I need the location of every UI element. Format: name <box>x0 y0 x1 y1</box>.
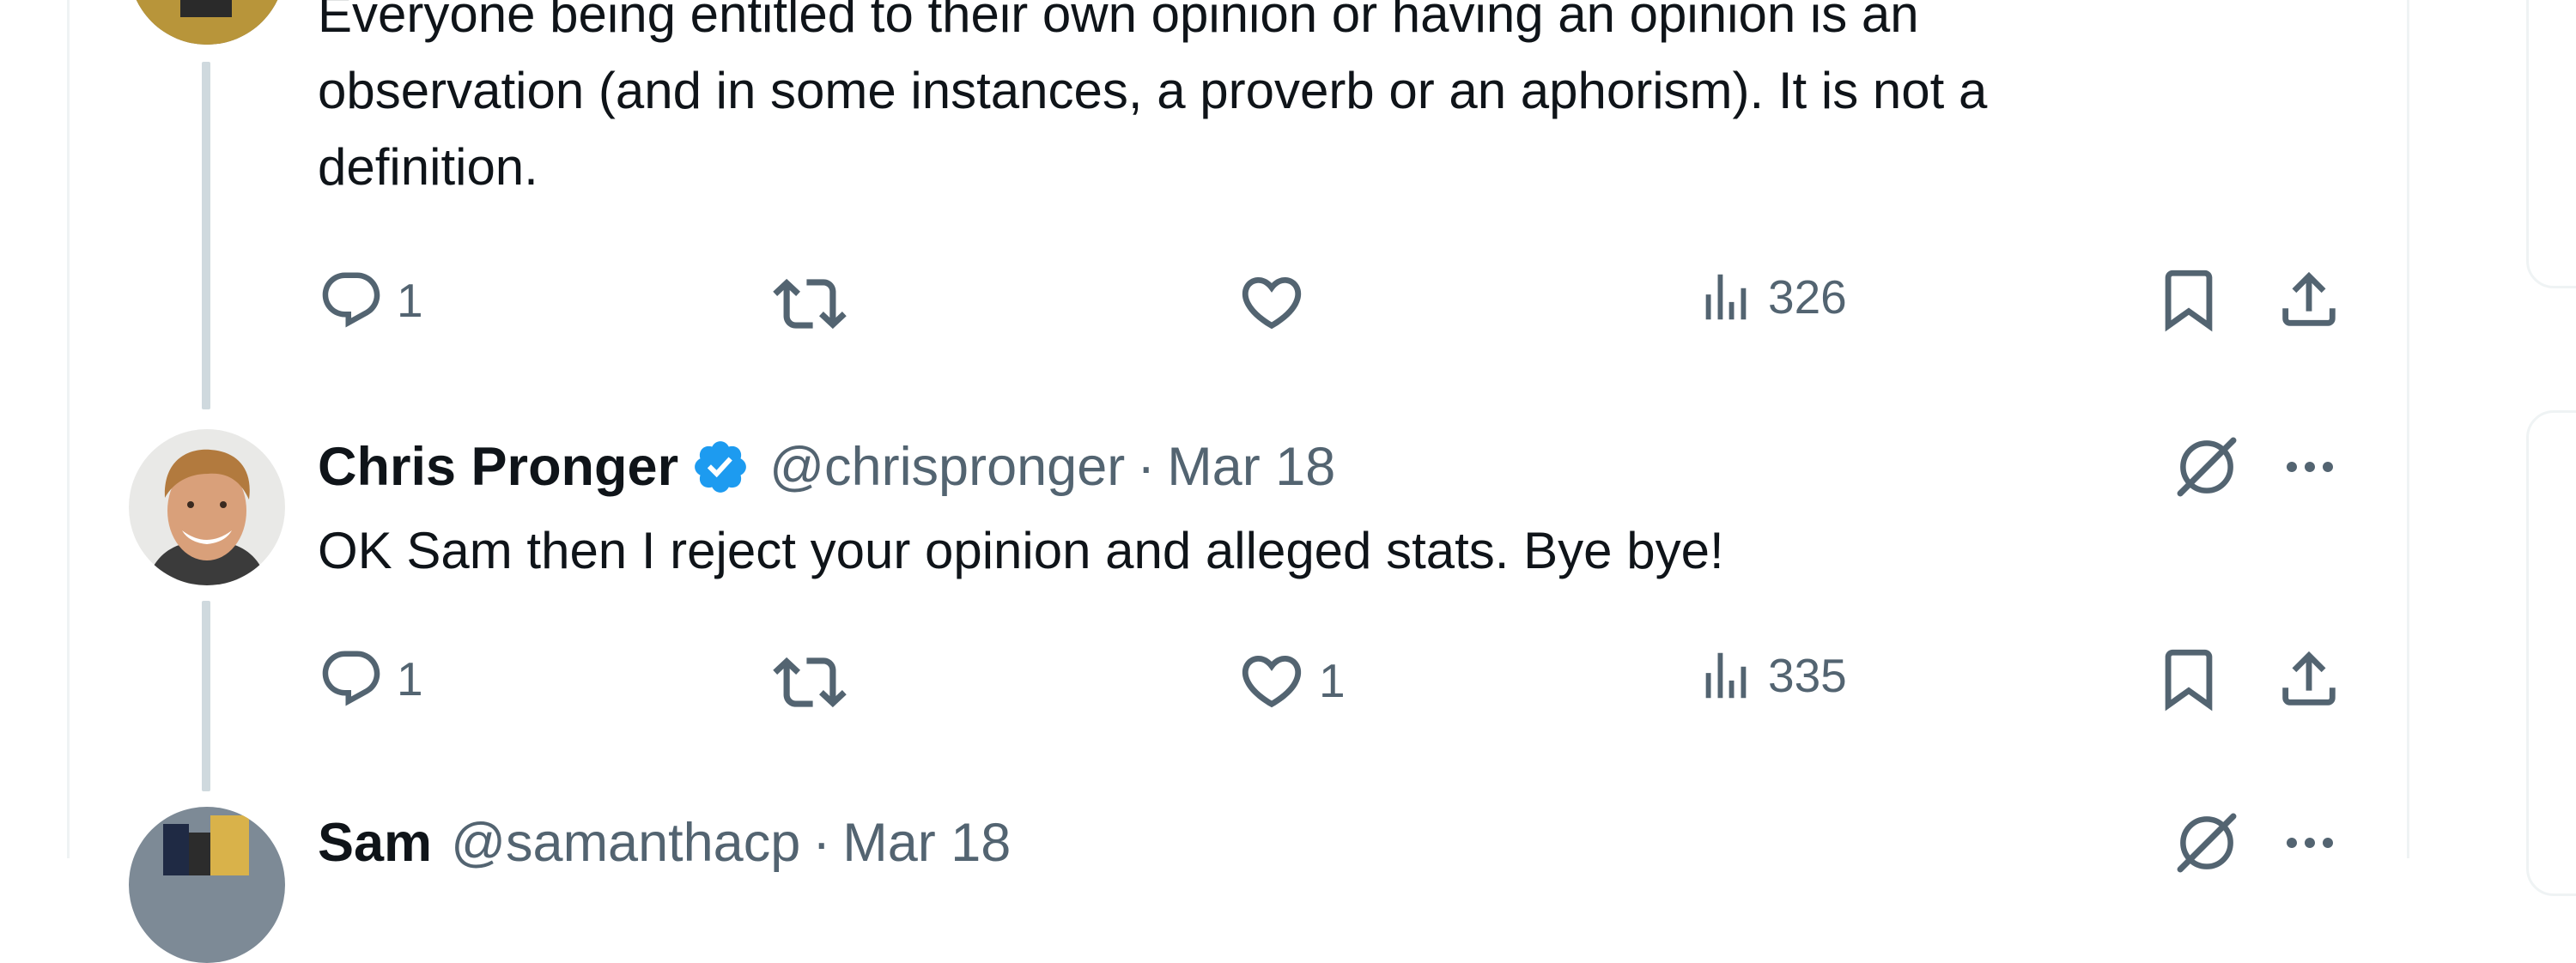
view-count: 335 <box>1768 649 1847 702</box>
tweet-header: Chris Pronger @chrispronger · Mar 18 <box>318 433 1335 501</box>
retweet-button[interactable] <box>773 267 859 341</box>
tweet-text-line: Everyone being entitled to their own opi… <box>318 0 1919 43</box>
share-icon <box>2282 271 2336 326</box>
view-count: 326 <box>1768 270 1847 324</box>
grok-button[interactable] <box>2172 433 2241 501</box>
bookmark-button[interactable] <box>2154 264 2224 335</box>
retweet-icon <box>773 657 847 708</box>
like-button[interactable] <box>1236 267 1319 337</box>
tweet-text-line: OK Sam then I reject your opinion and al… <box>318 522 1724 579</box>
views-icon <box>1705 274 1747 320</box>
tweet-header: Sam @samanthacp · Mar 18 <box>318 809 1011 877</box>
share-button[interactable] <box>2274 264 2344 335</box>
tweet-text-line: observation (and in some instances, a pr… <box>318 62 1988 119</box>
thread-line <box>202 601 210 791</box>
grok-icon <box>2177 437 2237 497</box>
separator-dot: · <box>1137 437 1156 497</box>
author-name[interactable]: Chris Pronger <box>318 436 678 498</box>
like-button[interactable]: 1 <box>1236 645 1346 716</box>
avatar[interactable] <box>129 0 285 45</box>
tweet-text-line: definition. <box>318 138 538 196</box>
verified-badge-icon <box>690 437 750 497</box>
bookmark-icon <box>2165 270 2213 332</box>
share-button[interactable] <box>2274 644 2344 714</box>
thread-line <box>202 62 210 409</box>
more-icon <box>2287 462 2333 472</box>
like-icon <box>1242 655 1302 708</box>
more-options-button[interactable] <box>2275 809 2344 877</box>
reply-count: 1 <box>397 274 423 327</box>
timeline-border-left <box>67 0 70 858</box>
bookmark-icon <box>2165 649 2213 712</box>
retweet-icon <box>773 278 847 330</box>
avatar[interactable] <box>129 429 285 585</box>
reply-button[interactable]: 1 <box>318 267 423 334</box>
reply-count: 1 <box>397 652 423 706</box>
separator-dot: · <box>812 813 831 873</box>
sidebar-card <box>2526 0 2576 288</box>
views-button[interactable]: 326 <box>1696 267 1847 327</box>
author-handle[interactable]: @samanthacp <box>451 812 800 874</box>
avatar[interactable] <box>129 807 285 963</box>
bookmark-button[interactable] <box>2154 644 2224 714</box>
sidebar-card <box>2526 410 2576 896</box>
timeline-border-right <box>2407 0 2409 858</box>
reply-icon <box>322 272 380 328</box>
tweet-date[interactable]: Mar 18 <box>1167 436 1335 498</box>
author-name[interactable]: Sam <box>318 812 432 874</box>
author-handle[interactable]: @chrispronger <box>769 436 1125 498</box>
like-icon <box>1242 276 1302 330</box>
more-icon <box>2287 838 2333 848</box>
reply-button[interactable]: 1 <box>318 645 423 712</box>
tweet-date[interactable]: Mar 18 <box>842 812 1011 874</box>
grok-icon <box>2177 813 2237 873</box>
views-button[interactable]: 335 <box>1696 645 1847 706</box>
like-count: 1 <box>1319 654 1346 707</box>
more-options-button[interactable] <box>2275 433 2344 501</box>
views-icon <box>1705 652 1747 699</box>
retweet-button[interactable] <box>773 645 859 719</box>
reply-icon <box>322 651 380 706</box>
share-icon <box>2282 651 2336 706</box>
grok-button[interactable] <box>2172 809 2241 877</box>
